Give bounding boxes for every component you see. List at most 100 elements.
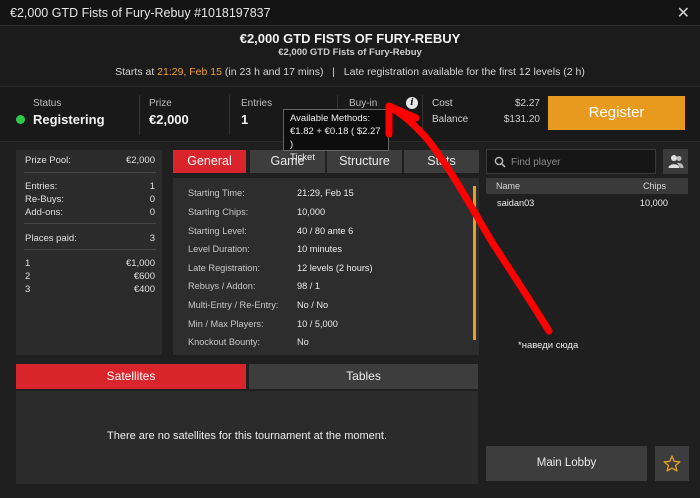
addons-label: Add-ons: [25,207,64,218]
players-header: Name Chips [486,178,688,194]
favorite-button[interactable] [655,446,689,481]
prize-cell: Prize €2,000 [140,87,230,143]
close-icon[interactable]: ✕ [677,3,690,23]
find-player-button[interactable] [663,149,688,174]
balance-label: Balance [432,114,469,125]
window-titlebar: €2,000 GTD Fists of Fury-Rebuy #10181978… [0,0,700,26]
detail-key: Rebuys / Addon: [188,281,256,291]
tournament-title: €2,000 GTD FISTS OF FURY-REBUY [239,31,461,46]
detail-row: Late Registration: 12 levels (2 hours) [188,263,373,273]
detail-row: Rebuys / Addon: 98 / 1 [188,281,320,291]
detail-value: 21:29, Feb 15 [297,188,354,198]
start-time: 21:29, Feb 15 [157,66,222,78]
late-reg-hours: (2 h) [563,66,585,78]
rebuys-row: Re-Buys: 0 [25,194,155,205]
detail-row: Level Duration: 10 minutes [188,244,342,254]
info-icon[interactable]: i [406,97,418,109]
detail-row: Knockout Bounty: No [188,337,309,347]
entries-row: Entries: 1 [25,181,155,192]
prize-pool-value: €2,000 [125,155,155,166]
detail-key: Starting Chips: [188,207,249,217]
rebuys-value: 0 [149,194,155,205]
detail-value: No [297,337,309,347]
tab-tables[interactable]: Tables [249,364,478,389]
status-value: Registering [33,112,105,127]
register-button[interactable]: Register [548,96,685,130]
places-label: Places paid: [25,233,77,244]
payout-row: 1 €1,000 [25,258,155,269]
detail-key: Starting Time: [188,188,245,198]
star-icon [663,455,681,472]
detail-value: 98 / 1 [297,281,320,291]
main-lobby-button[interactable]: Main Lobby [486,446,647,481]
prize-label: Prize [149,98,172,109]
rebuys-label: Re-Buys: [25,194,65,205]
tournament-subtitle: €2,000 GTD Fists of Fury-Rebuy [278,47,422,58]
detail-value: 40 / 80 ante 6 [297,226,354,236]
detail-value: 12 levels (2 hours) [297,263,373,273]
late-reg-text: Late registration available for the firs… [343,66,564,78]
details-scrollbar[interactable] [473,186,476,340]
entries-value: 1 [241,112,249,127]
detail-value: 10,000 [297,207,326,217]
tooltip-price: €1.82 + €0.18 ( $2.27 ) [290,126,381,150]
addons-row: Add-ons: 0 [25,207,155,218]
tab-general[interactable]: General [173,150,246,173]
detail-row: Starting Level: 40 / 80 ante 6 [188,226,353,236]
starts-suffix: (in 23 h and 17 mins) [221,66,324,78]
divider [24,249,156,250]
detail-value: 10 minutes [297,244,342,254]
detail-value: 10 / 5,000 [297,319,338,329]
tab-stats[interactable]: Stats [404,150,479,173]
divider [422,95,423,135]
annotation-text: *наведи сюда [518,340,579,351]
payout-amount: €600 [133,271,155,282]
users-icon [668,155,684,168]
header-divider: | [332,66,336,78]
detail-row: Starting Time: 21:29, Feb 15 [188,188,354,198]
tab-satellites[interactable]: Satellites [16,364,246,389]
player-chips: 10,000 [639,198,668,208]
col-name[interactable]: Name [496,181,520,191]
tooltip-ticket: Ticket [290,152,315,163]
status-cell: Status Registering [0,87,140,143]
table-row[interactable]: saidan03 10,000 [486,195,688,211]
detail-key: Knockout Bounty: [188,337,261,347]
search-input[interactable] [511,154,651,170]
detail-key: Multi-Entry / Re-Entry: [188,300,279,310]
satellites-message: There are no satellites for this tournam… [106,430,388,442]
prize-panel: Prize Pool: €2,000 Entries: 1 Re-Buys: 0… [16,150,162,355]
col-chips[interactable]: Chips [643,181,666,191]
addons-value: 0 [149,207,155,218]
entries-row-value: 1 [149,181,155,192]
payout-row: 3 €400 [25,284,155,295]
tooltip-methods: Available Methods: [290,113,371,124]
tournament-header: €2,000 GTD FISTS OF FURY-REBUY €2,000 GT… [0,26,700,86]
satellites-panel: There are no satellites for this tournam… [16,391,478,484]
detail-key: Late Registration: [188,263,261,273]
detail-row: Min / Max Players: 10 / 5,000 [188,319,338,329]
payout-place: 3 [25,284,31,295]
entries-label: Entries [241,98,273,109]
starts-prefix: Starts at [115,66,158,78]
balance-value: $131.20 [503,114,540,125]
prize-pool-label: Prize Pool: [25,155,71,166]
prize-pool-row: Prize Pool: €2,000 [25,155,155,166]
buyin-label: Buy-in [349,98,378,109]
detail-value: No / No [297,300,329,310]
detail-key: Level Duration: [188,244,250,254]
status-label: Status [33,98,62,109]
payout-row: 2 €600 [25,271,155,282]
payout-place: 1 [25,258,31,269]
places-value: 3 [149,233,155,244]
buyin-tooltip: Available Methods: €1.82 + €0.18 ( $2.27… [283,109,389,163]
divider [24,223,156,224]
payout-place: 2 [25,271,31,282]
general-details[interactable]: Starting Time: 21:29, Feb 15 Starting Chi… [173,178,479,355]
detail-row: Multi-Entry / Re-Entry: No / No [188,300,328,310]
payout-amount: €1,000 [125,258,155,269]
divider [24,172,156,173]
payout-amount: €400 [133,284,155,295]
detail-key: Starting Level: [188,226,247,236]
search-icon [494,156,506,168]
